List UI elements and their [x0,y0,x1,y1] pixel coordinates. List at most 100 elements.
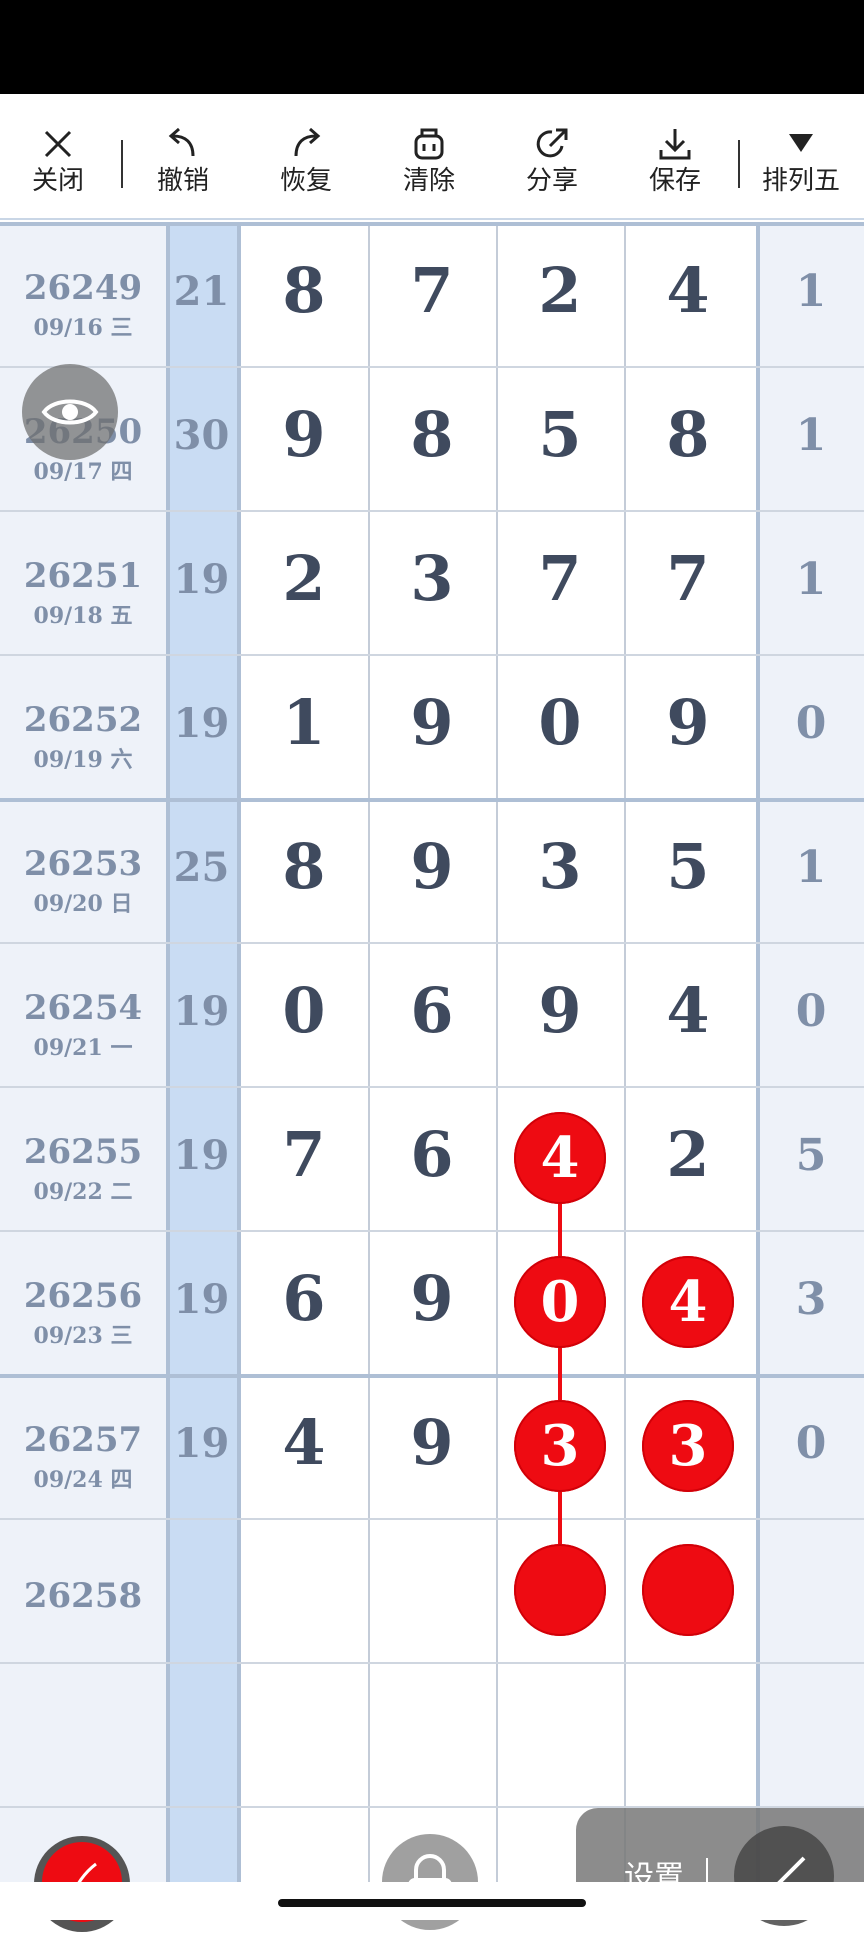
sum-value: 19 [173,700,230,747]
grid-horizontal-line [0,942,864,944]
draw-date: 09/20 日 [33,891,133,917]
digit-cell[interactable]: 7 [240,1118,368,1191]
digit-cell[interactable]: 8 [624,398,752,471]
toolbar: 关闭 撤销 恢复 清除 分享 保存 排列五 [0,94,864,220]
close-button[interactable]: 关闭 [3,124,113,196]
marked-number-circle[interactable] [642,1544,734,1636]
digit-cell[interactable]: 9 [368,1262,496,1335]
last-value: 5 [795,1130,827,1181]
game-selector[interactable]: 排列五 [746,124,856,196]
last-value: 1 [795,842,827,893]
digit-cell[interactable]: 6 [368,1118,496,1191]
draw-date: 09/21 一 [33,1035,133,1061]
digit-cell[interactable]: 6 [368,974,496,1047]
digit-cell[interactable]: 9 [368,686,496,759]
undo-button[interactable]: 撤销 [128,124,238,196]
digit-cell[interactable]: 7 [624,542,752,615]
last-value: 3 [795,1274,827,1325]
digit-cell[interactable]: 5 [496,398,624,471]
mark-connector [558,1348,562,1400]
clear-label: 清除 [402,166,455,196]
digit-cell[interactable]: 9 [368,830,496,903]
grid-horizontal-line [0,1086,864,1088]
issue-number: 26258 [23,1576,143,1616]
grid-vertical-line [237,222,241,1882]
digit-cell[interactable]: 4 [624,254,752,327]
marked-number-circle[interactable]: 3 [642,1400,734,1492]
digit-cell[interactable]: 1 [240,686,368,759]
sum-column [166,222,237,1882]
digit-cell[interactable]: 7 [368,254,496,327]
grid-horizontal-line [0,1518,864,1520]
triangle-down-icon [789,134,813,152]
grid-horizontal-line [0,222,864,226]
eye-icon [41,399,99,425]
draw-date: 09/23 三 [33,1323,133,1349]
grid-vertical-line [496,222,498,1882]
close-icon [44,130,72,158]
digit-cell[interactable]: 7 [496,542,624,615]
digit-cell[interactable]: 5 [624,830,752,903]
last-value: 1 [795,410,827,461]
undo-label: 撤销 [156,166,209,196]
download-icon [659,129,691,160]
marked-number-circle[interactable] [514,1544,606,1636]
save-label: 保存 [648,166,701,196]
share-label: 分享 [525,166,578,196]
issue-number: 26254 [23,988,143,1028]
home-indicator[interactable] [278,1899,586,1907]
marked-number-circle[interactable]: 4 [642,1256,734,1348]
draw-date: 09/16 三 [33,315,133,341]
digit-cell[interactable]: 3 [496,830,624,903]
clear-button[interactable]: 清除 [374,124,484,196]
grid-horizontal-line [0,798,864,802]
sum-value: 19 [173,1420,230,1467]
digit-cell[interactable]: 6 [240,1262,368,1335]
redo-label: 恢复 [279,166,332,196]
eye-toggle-button[interactable] [22,364,118,460]
grid-vertical-line [368,222,370,1882]
grid-horizontal-line [0,1230,864,1232]
draw-date: 09/19 六 [33,747,133,773]
digit-cell[interactable]: 9 [624,686,752,759]
digit-cell[interactable]: 4 [240,1406,368,1479]
redo-icon [294,127,321,157]
issue-number: 26255 [23,1132,143,1172]
grid-horizontal-line [0,1662,864,1664]
digit-cell[interactable]: 8 [240,254,368,327]
digit-cell[interactable]: 2 [240,542,368,615]
eraser-icon [414,128,444,160]
digit-cell[interactable]: 0 [240,974,368,1047]
digit-cell[interactable]: 4 [624,974,752,1047]
save-button[interactable]: 保存 [620,124,730,196]
marked-number-circle[interactable]: 0 [514,1256,606,1348]
digit-cell[interactable]: 2 [624,1118,752,1191]
digit-cell[interactable]: 8 [368,398,496,471]
marked-number-circle[interactable]: 4 [514,1112,606,1204]
digit-cell[interactable]: 9 [368,1406,496,1479]
digit-cell[interactable]: 3 [368,542,496,615]
issue-number: 26249 [23,268,143,308]
share-icon [536,128,568,158]
draw-date: 09/24 四 [33,1467,133,1493]
issue-number: 26256 [23,1276,143,1316]
redo-button[interactable]: 恢复 [251,124,361,196]
grid-vertical-line [756,222,760,1882]
marked-number-circle[interactable]: 3 [514,1400,606,1492]
sum-value: 19 [173,556,230,603]
sum-value: 21 [173,268,230,315]
last-value: 0 [795,986,827,1037]
draw-history-grid[interactable]: 2624909/16 三21872412625009/17 四309858126… [0,222,864,1882]
grid-vertical-line [624,222,626,1882]
close-label: 关闭 [31,166,84,196]
share-button[interactable]: 分享 [497,124,607,196]
sum-value: 19 [173,1132,230,1179]
digit-cell[interactable]: 0 [496,686,624,759]
digit-cell[interactable]: 9 [240,398,368,471]
digit-cell[interactable]: 8 [240,830,368,903]
digit-cell[interactable]: 9 [496,974,624,1047]
grid-horizontal-line [0,366,864,368]
sum-value: 30 [173,412,230,459]
digit-cell[interactable]: 2 [496,254,624,327]
grid-horizontal-line [0,1374,864,1378]
